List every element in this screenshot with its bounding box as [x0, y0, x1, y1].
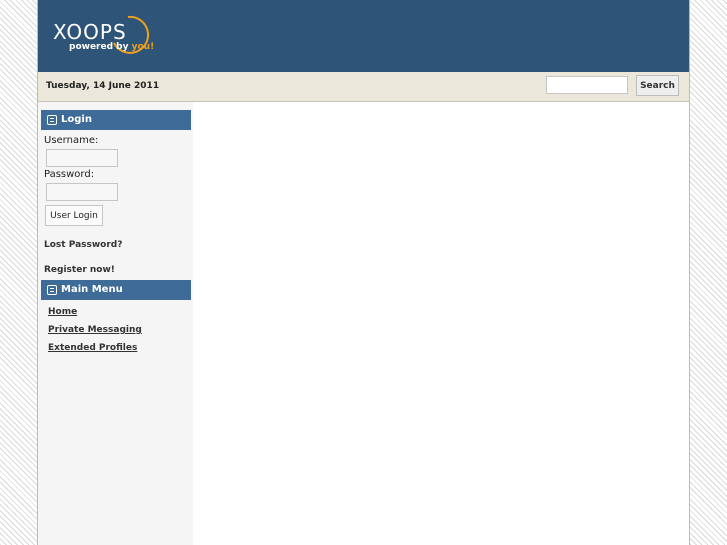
site-header: XOOPS powered by you!: [38, 0, 689, 72]
username-label: Username:: [44, 135, 99, 146]
username-field[interactable]: [46, 149, 118, 167]
logo-wordmark: XOOPS: [53, 20, 127, 44]
current-date: Tuesday, 14 June 2011: [46, 81, 160, 91]
block-list-icon: [47, 285, 57, 295]
logo-tagline-prefix: powered by: [69, 42, 129, 52]
password-field[interactable]: [46, 183, 118, 201]
password-label: Password:: [44, 169, 95, 180]
search-button[interactable]: Search: [636, 75, 679, 96]
main-content-area: [193, 102, 689, 545]
left-sidebar: Login Username: Password: User Login Los…: [38, 102, 193, 545]
login-block-title: Login: [41, 110, 191, 130]
register-link[interactable]: Register now!: [44, 265, 115, 275]
menu-item-extended-profiles[interactable]: Extended Profiles: [48, 343, 137, 353]
page-container: XOOPS powered by you! Tuesday, 14 June 2…: [37, 0, 690, 545]
lost-password-link[interactable]: Lost Password?: [44, 240, 122, 250]
logo-tagline: powered by you!: [69, 42, 154, 52]
menu-item-home[interactable]: Home: [48, 307, 77, 317]
block-list-icon: [47, 115, 57, 125]
login-block-title-text: Login: [61, 114, 92, 125]
search-input[interactable]: [546, 76, 628, 94]
user-login-button[interactable]: User Login: [45, 205, 103, 226]
main-menu-block-title: Main Menu: [41, 280, 191, 300]
menu-item-private-messaging[interactable]: Private Messaging: [48, 325, 142, 335]
date-search-bar: Tuesday, 14 June 2011 Search: [38, 72, 689, 102]
logo-tagline-you: you!: [131, 42, 155, 52]
xoops-logo[interactable]: XOOPS powered by you!: [53, 13, 154, 58]
main-menu-title-text: Main Menu: [61, 284, 123, 295]
